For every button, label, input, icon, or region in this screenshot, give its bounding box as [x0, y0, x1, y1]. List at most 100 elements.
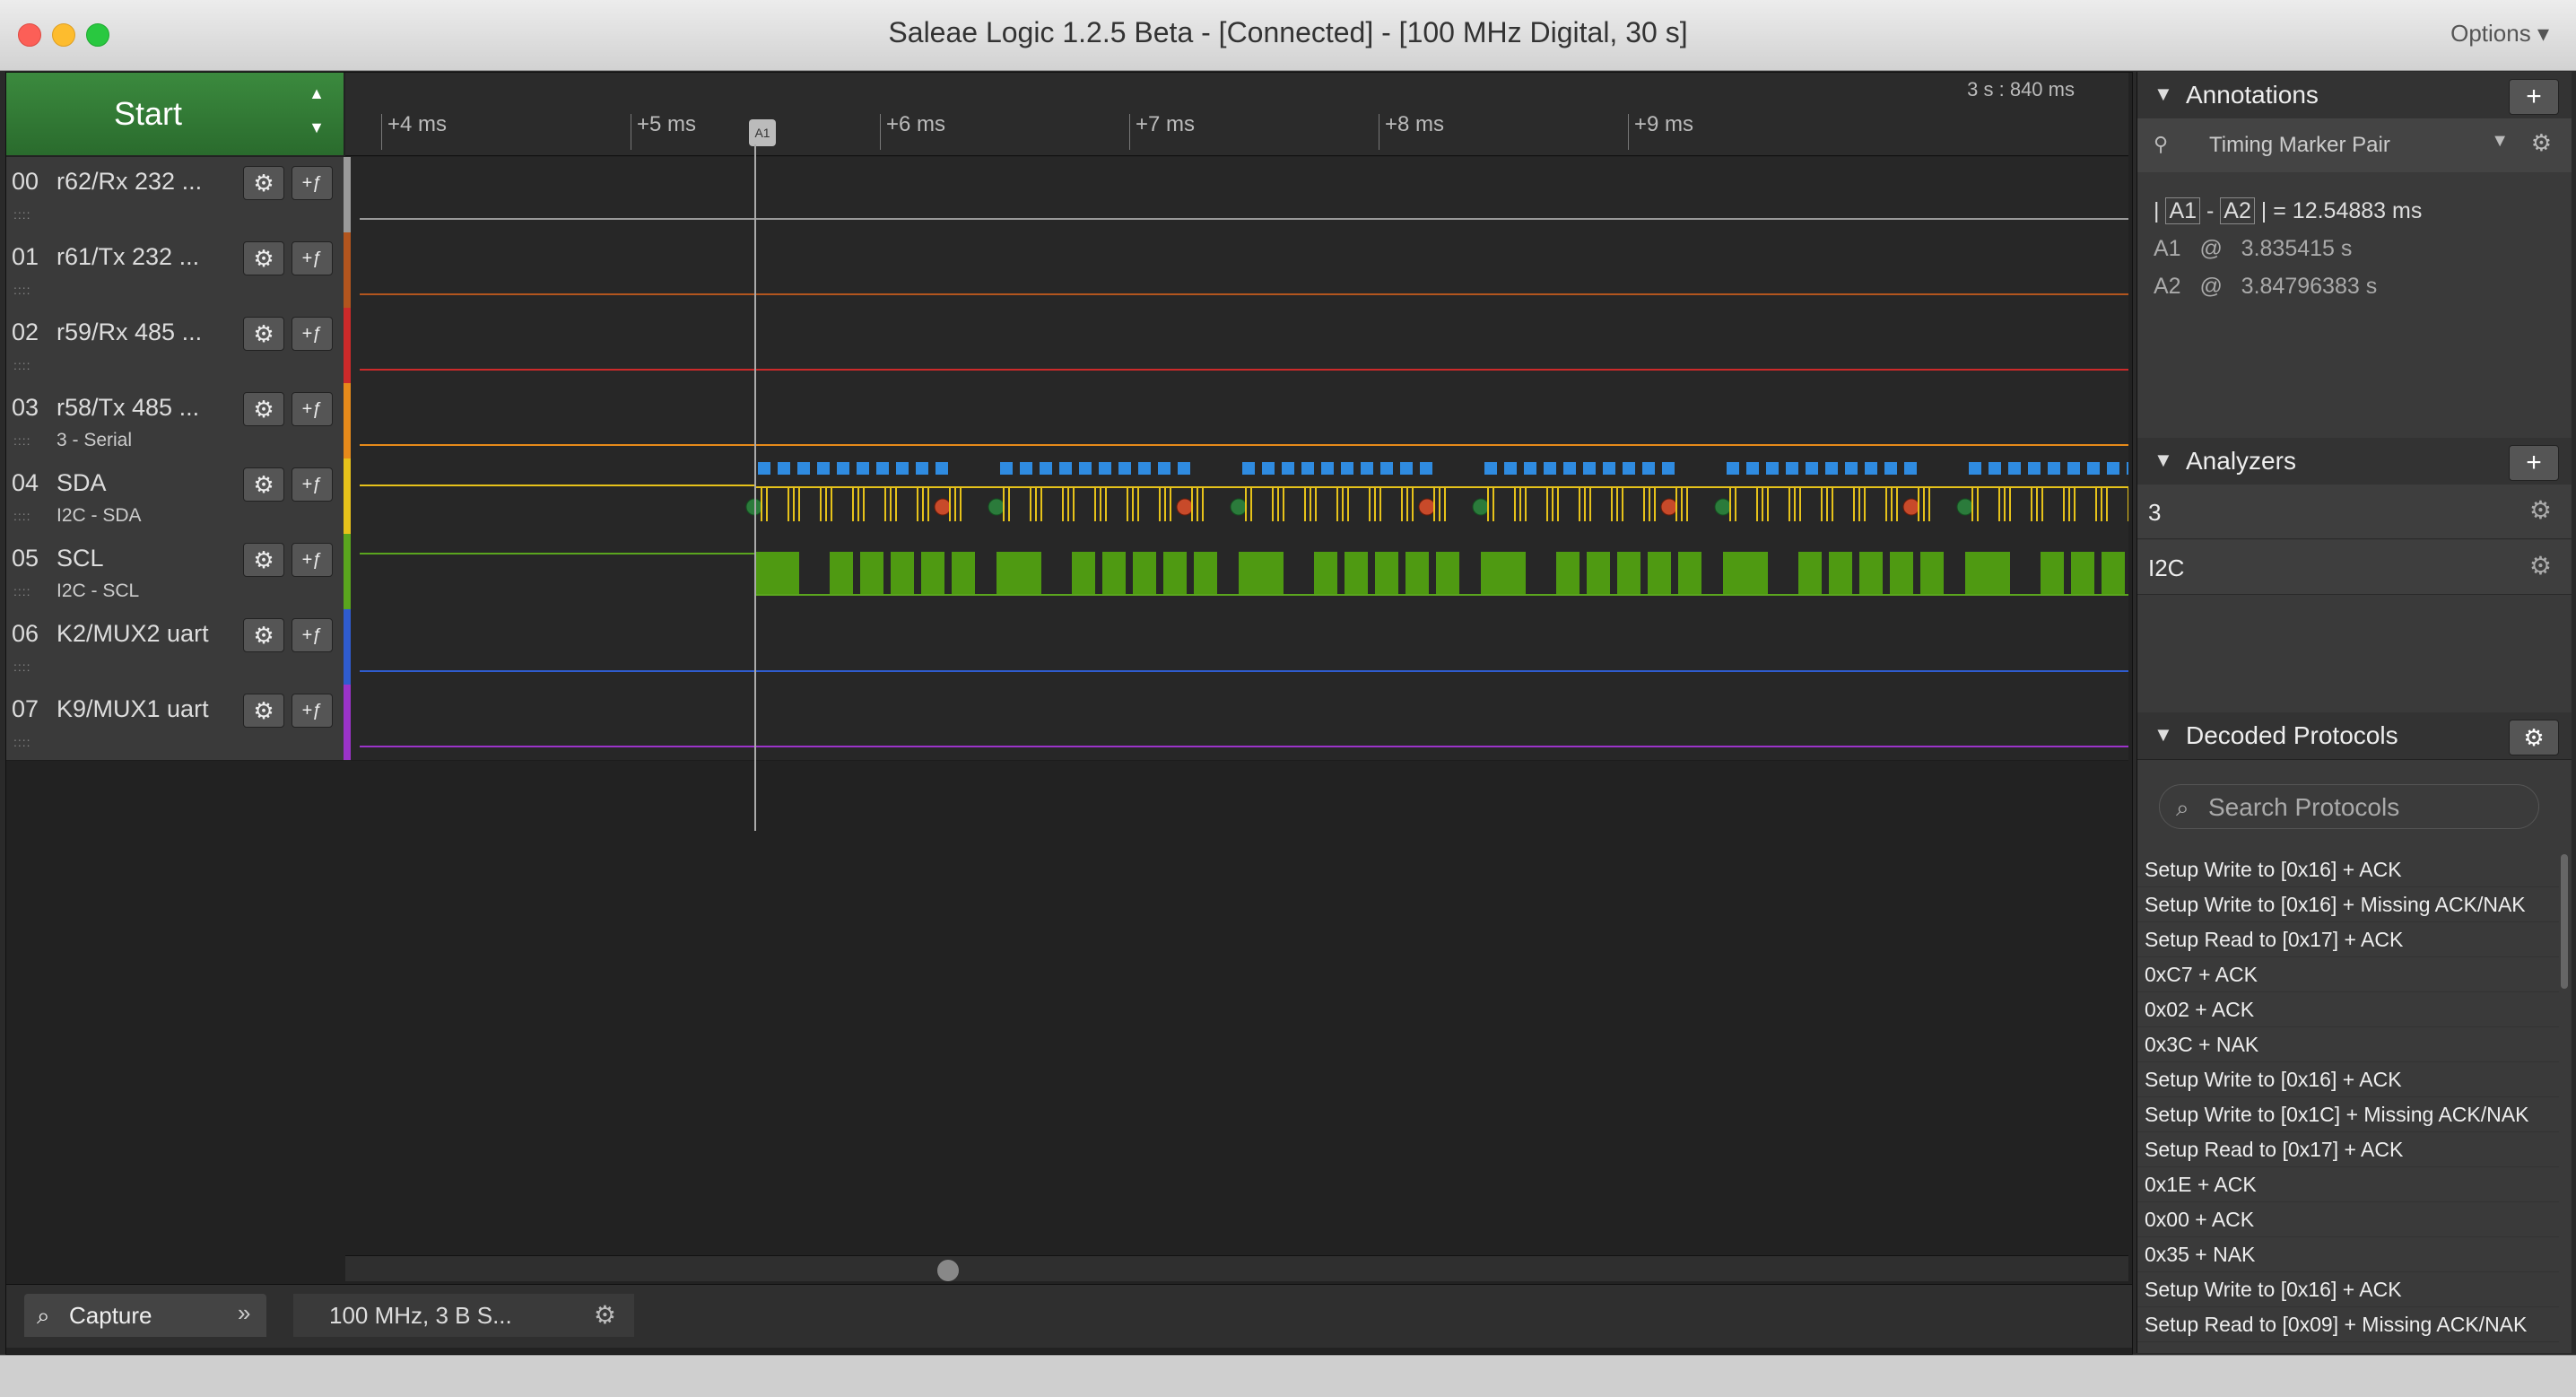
- channel-row[interactable]: 07 K9/MUX1 uart:::: ⚙ +ƒ: [6, 685, 351, 761]
- channel-row[interactable]: 00 r62/Rx 232 ...:::: ⚙ +ƒ: [6, 157, 351, 233]
- time-tick: +7 ms: [1129, 114, 1195, 150]
- channel-name[interactable]: r59/Rx 485 ...: [57, 319, 202, 346]
- channel-name[interactable]: SDA: [57, 469, 107, 497]
- decoded-protocol-item[interactable]: 0x00 + ACK: [2137, 1202, 2559, 1237]
- drag-handle-icon[interactable]: ::::: [13, 207, 31, 222]
- dropdown-icon[interactable]: ▼: [2491, 131, 2509, 152]
- marker-a1-flag[interactable]: A1: [749, 119, 776, 146]
- channel-analyzer-label: I2C - SDA: [57, 505, 142, 526]
- trigger-icon[interactable]: +ƒ: [292, 317, 333, 351]
- channel-name[interactable]: SCL: [57, 545, 104, 572]
- decoded-protocol-item[interactable]: Setup Read to [0x17] + ACK: [2137, 922, 2559, 957]
- trigger-icon[interactable]: +ƒ: [292, 166, 333, 200]
- gear-icon[interactable]: ⚙: [243, 543, 284, 577]
- drag-handle-icon[interactable]: ::::: [13, 433, 31, 448]
- channel-name[interactable]: r61/Tx 232 ...: [57, 243, 199, 271]
- add-analyzer-button[interactable]: +: [2509, 445, 2559, 481]
- gear-icon[interactable]: ⚙: [243, 694, 284, 728]
- drag-handle-icon[interactable]: ::::: [13, 358, 31, 372]
- annotation-row[interactable]: ⚲ Timing Marker Pair ▼ ⚙: [2137, 118, 2572, 172]
- gear-icon[interactable]: ⚙: [243, 317, 284, 351]
- search-protocols-input[interactable]: ⌕ Search Protocols: [2159, 784, 2539, 829]
- start-options-button[interactable]: ▲ ▼: [290, 73, 344, 155]
- channel-row[interactable]: 01 r61/Tx 232 ...:::: ⚙ +ƒ: [6, 232, 351, 309]
- channel-trace[interactable]: [351, 609, 2128, 685]
- decoded-protocol-item[interactable]: Setup Write to [0x16] + ACK: [2137, 1062, 2559, 1097]
- channel-trace[interactable]: [351, 157, 2128, 233]
- gear-icon[interactable]: ⚙: [243, 241, 284, 275]
- gear-icon[interactable]: ⚙: [2531, 129, 2552, 157]
- channel-name[interactable]: r62/Rx 232 ...: [57, 168, 202, 196]
- channel-trace[interactable]: [351, 232, 2128, 309]
- decoded-protocol-item[interactable]: 0x02 + ACK: [2137, 992, 2559, 1027]
- analyzer-label: I2C: [2148, 554, 2185, 581]
- timing-marker-a1-line[interactable]: [754, 144, 756, 831]
- channel-analyzer-label: I2C - SCL: [57, 581, 140, 601]
- decoded-protocols-header[interactable]: ▼ Decoded Protocols ⚙: [2137, 712, 2572, 760]
- horizontal-scrollbar[interactable]: [345, 1255, 2128, 1281]
- signal-line: [360, 293, 2128, 295]
- drag-handle-icon[interactable]: ::::: [13, 584, 31, 598]
- channel-trace[interactable]: [351, 685, 2128, 761]
- decoded-protocol-item[interactable]: Setup Write to [0x1C] + Missing ACK/NAK: [2137, 1097, 2559, 1132]
- capture-tab[interactable]: ⌕ Capture: [24, 1294, 266, 1337]
- drag-handle-icon[interactable]: ::::: [13, 283, 31, 297]
- scroll-thumb[interactable]: [937, 1260, 959, 1281]
- channel-row[interactable]: 03 r58/Tx 485 ... 3 - Serial:::: ⚙ +ƒ: [6, 383, 351, 459]
- gear-icon[interactable]: ⚙: [243, 166, 284, 200]
- analyzer-item[interactable]: I2C ⚙: [2137, 540, 2572, 595]
- channel-trace[interactable]: [351, 308, 2128, 384]
- session-tab[interactable]: 100 MHz, 3 B S... ⚙: [293, 1294, 634, 1337]
- gear-icon[interactable]: ⚙: [243, 618, 284, 652]
- decoded-protocol-item[interactable]: Setup Read to [0x17] + ACK: [2137, 1342, 2559, 1346]
- drag-handle-icon[interactable]: ::::: [13, 735, 31, 749]
- trigger-icon[interactable]: +ƒ: [292, 543, 333, 577]
- channel-trace[interactable]: [351, 458, 2128, 535]
- gear-icon[interactable]: ⚙: [594, 1294, 616, 1337]
- channel-row[interactable]: 05 SCL I2C - SCL:::: ⚙ +ƒ: [6, 534, 351, 610]
- channel-row[interactable]: 06 K2/MUX2 uart:::: ⚙ +ƒ: [6, 609, 351, 685]
- analyzer-item[interactable]: 3 ⚙: [2137, 485, 2572, 539]
- vertical-scrollbar[interactable]: [2561, 854, 2568, 989]
- start-button[interactable]: Start: [6, 73, 291, 155]
- annotations-header[interactable]: ▼ Annotations +: [2137, 72, 2572, 119]
- time-ruler[interactable]: 3 s : 840 ms +4 ms +5 ms +6 ms +7 ms +8 …: [345, 73, 2128, 156]
- analyzers-header[interactable]: ▼ Analyzers +: [2137, 438, 2572, 485]
- expand-icon[interactable]: »: [238, 1299, 250, 1327]
- decoded-protocols-list[interactable]: Setup Write to [0x16] + ACK Setup Write t…: [2137, 852, 2559, 1346]
- channel-color-bar: [344, 609, 351, 685]
- channel-name[interactable]: r58/Tx 485 ...: [57, 394, 199, 422]
- trigger-icon[interactable]: +ƒ: [292, 618, 333, 652]
- gear-icon[interactable]: ⚙: [243, 467, 284, 502]
- gear-icon[interactable]: ⚙: [243, 392, 284, 426]
- trigger-icon[interactable]: +ƒ: [292, 241, 333, 275]
- decoded-protocol-item[interactable]: Setup Read to [0x17] + ACK: [2137, 1132, 2559, 1167]
- triangle-down-icon: ▼: [2154, 723, 2173, 746]
- gear-icon[interactable]: ⚙: [2529, 495, 2552, 525]
- channel-name[interactable]: K9/MUX1 uart: [57, 695, 209, 723]
- a2-time: 3.84796383 s: [2241, 274, 2378, 299]
- channel-name[interactable]: K2/MUX2 uart: [57, 620, 209, 648]
- decoded-protocol-item[interactable]: 0x1E + ACK: [2137, 1167, 2559, 1202]
- decoded-protocol-item[interactable]: Setup Read to [0x09] + Missing ACK/NAK: [2137, 1307, 2559, 1342]
- drag-handle-icon[interactable]: ::::: [13, 659, 31, 674]
- trigger-icon[interactable]: +ƒ: [292, 694, 333, 728]
- decoded-protocol-item[interactable]: Setup Write to [0x16] + ACK: [2137, 852, 2559, 887]
- decoded-protocol-item[interactable]: 0x35 + NAK: [2137, 1237, 2559, 1272]
- gear-icon[interactable]: ⚙: [2509, 720, 2559, 755]
- trigger-icon[interactable]: +ƒ: [292, 467, 333, 502]
- add-annotation-button[interactable]: +: [2509, 79, 2559, 115]
- decoded-protocol-item[interactable]: 0x3C + NAK: [2137, 1027, 2559, 1062]
- trigger-icon[interactable]: +ƒ: [292, 392, 333, 426]
- options-menu[interactable]: Options ▾: [2450, 20, 2549, 48]
- decoded-protocol-item[interactable]: 0xC7 + ACK: [2137, 957, 2559, 992]
- decoded-protocol-item[interactable]: Setup Write to [0x16] + ACK: [2137, 1272, 2559, 1307]
- time-tick: +5 ms: [631, 114, 696, 150]
- decoded-protocol-item[interactable]: Setup Write to [0x16] + Missing ACK/NAK: [2137, 887, 2559, 922]
- channel-trace[interactable]: [351, 534, 2128, 610]
- gear-icon[interactable]: ⚙: [2529, 551, 2552, 581]
- drag-handle-icon[interactable]: ::::: [13, 509, 31, 523]
- channel-row[interactable]: 02 r59/Rx 485 ...:::: ⚙ +ƒ: [6, 308, 351, 384]
- channel-trace[interactable]: [351, 383, 2128, 459]
- channel-row[interactable]: 04 SDA I2C - SDA:::: ⚙ +ƒ: [6, 458, 351, 535]
